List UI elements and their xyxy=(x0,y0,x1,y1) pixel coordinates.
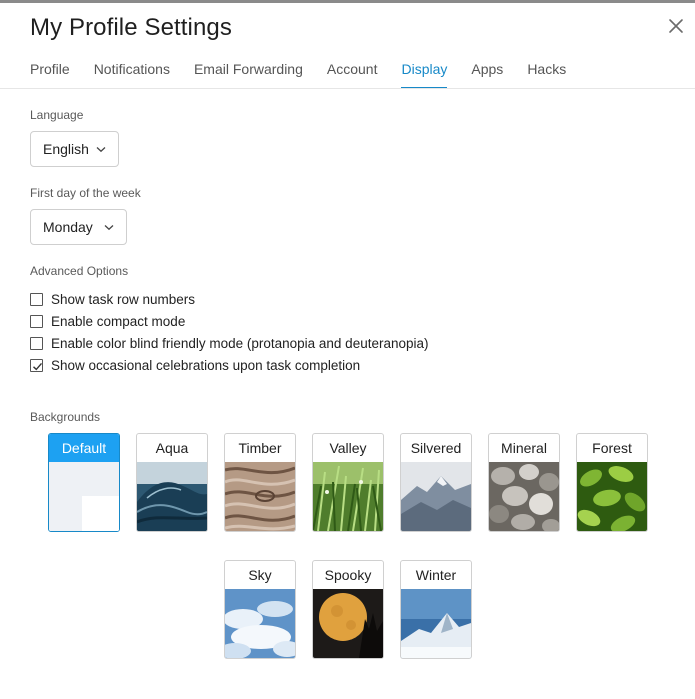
backgrounds-label: Backgrounds xyxy=(30,410,101,424)
option-label: Show occasional celebrations upon task c… xyxy=(51,357,361,373)
chevron-down-icon xyxy=(104,225,114,231)
aqua-preview xyxy=(137,462,207,531)
background-silvered[interactable]: Silvered xyxy=(400,433,472,532)
valley-preview xyxy=(313,462,383,531)
option-show-task-row-numbers[interactable]: Show task row numbers xyxy=(30,290,195,308)
timber-preview xyxy=(225,462,295,531)
option-color-blind-mode[interactable]: Enable color blind friendly mode (protan… xyxy=(30,334,429,352)
background-mineral[interactable]: Mineral xyxy=(488,433,560,532)
background-name: Forest xyxy=(592,440,632,456)
tab-email-forwarding[interactable]: Email Forwarding xyxy=(194,56,303,89)
tabs-divider xyxy=(0,88,695,89)
tab-profile[interactable]: Profile xyxy=(30,56,70,89)
background-name: Valley xyxy=(329,440,367,456)
background-name: Timber xyxy=(238,440,282,456)
background-name: Default xyxy=(49,434,119,462)
background-forest[interactable]: Forest xyxy=(576,433,648,532)
option-enable-compact-mode[interactable]: Enable compact mode xyxy=(30,312,185,330)
first-day-select[interactable]: Monday xyxy=(30,209,127,245)
tab-display[interactable]: Display xyxy=(401,56,447,89)
background-winter[interactable]: Winter xyxy=(400,560,472,659)
background-default[interactable]: Default xyxy=(48,433,120,532)
tab-account[interactable]: Account xyxy=(327,56,378,89)
first-day-label: First day of the week xyxy=(30,186,141,200)
sky-preview xyxy=(225,589,295,658)
silvered-preview xyxy=(401,462,471,531)
forest-preview xyxy=(577,462,647,531)
checkbox-checked[interactable] xyxy=(30,358,43,372)
background-name: Winter xyxy=(415,567,457,583)
language-select[interactable]: English xyxy=(30,131,119,167)
default-preview xyxy=(49,462,119,531)
window-top-border xyxy=(0,0,695,3)
tab-notifications[interactable]: Notifications xyxy=(94,56,170,89)
background-spooky[interactable]: Spooky xyxy=(312,560,384,659)
language-label: Language xyxy=(30,108,84,122)
advanced-options-label: Advanced Options xyxy=(30,264,129,278)
checkbox[interactable] xyxy=(30,292,43,306)
option-label: Enable color blind friendly mode (protan… xyxy=(51,335,429,351)
settings-tabs: Profile Notifications Email Forwarding A… xyxy=(30,56,590,89)
background-name: Sky xyxy=(248,567,272,583)
background-timber[interactable]: Timber xyxy=(224,433,296,532)
mineral-preview xyxy=(489,462,559,531)
background-aqua[interactable]: Aqua xyxy=(136,433,208,532)
option-label: Show task row numbers xyxy=(51,291,196,307)
language-select-value: English xyxy=(43,141,89,157)
checkmark-icon xyxy=(33,362,43,370)
close-icon[interactable] xyxy=(664,14,688,38)
chevron-down-icon xyxy=(96,147,106,153)
option-show-celebrations[interactable]: Show occasional celebrations upon task c… xyxy=(30,356,360,374)
checkbox[interactable] xyxy=(30,336,43,350)
background-valley[interactable]: Valley xyxy=(312,433,384,532)
page-title: My Profile Settings xyxy=(30,14,232,41)
option-label: Enable compact mode xyxy=(51,313,186,329)
checkbox[interactable] xyxy=(30,314,43,328)
background-sky[interactable]: Sky xyxy=(224,560,296,659)
tab-hacks[interactable]: Hacks xyxy=(527,56,566,89)
tab-apps[interactable]: Apps xyxy=(471,56,503,89)
background-name: Mineral xyxy=(501,440,547,456)
first-day-select-value: Monday xyxy=(43,219,93,235)
background-name: Silvered xyxy=(410,440,462,456)
background-name: Aqua xyxy=(155,440,189,456)
winter-preview xyxy=(401,589,471,658)
background-name: Spooky xyxy=(324,567,372,583)
spooky-preview xyxy=(313,589,383,658)
